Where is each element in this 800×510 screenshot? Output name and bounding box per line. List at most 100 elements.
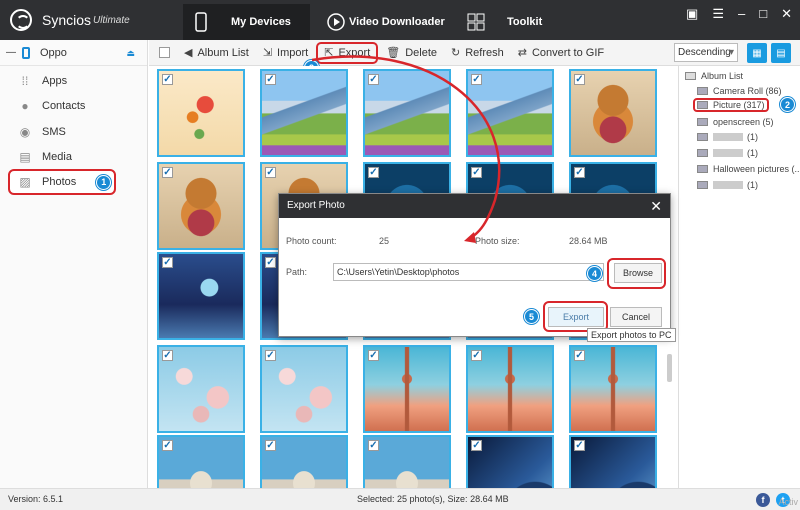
step-badge: 2: [780, 97, 795, 112]
feedback-icon[interactable]: ▣: [686, 6, 698, 22]
photo-count-label: Photo count:: [286, 236, 337, 246]
photo-checkbox[interactable]: ✓: [162, 167, 173, 178]
photo-checkbox[interactable]: ✓: [162, 440, 173, 451]
sidebar-item-sms[interactable]: ◉ SMS: [10, 120, 114, 144]
photo-checkbox[interactable]: ✓: [574, 440, 585, 451]
album-list-header[interactable]: Album List: [685, 69, 743, 83]
photo-thumbnail[interactable]: ✓: [363, 435, 451, 488]
album-item[interactable]: Camera Roll (86): [697, 84, 782, 98]
photo-thumbnail[interactable]: ✓: [363, 345, 451, 433]
select-all-checkbox[interactable]: [159, 47, 170, 58]
refresh-button[interactable]: ↻ Refresh: [445, 42, 510, 64]
photo-size-value: 28.64 MB: [569, 236, 608, 246]
photos-icon: ▨: [19, 175, 31, 189]
photo-checkbox[interactable]: ✓: [574, 74, 585, 85]
app-edition: Ultimate: [93, 15, 130, 26]
photo-thumbnail[interactable]: ✓: [157, 69, 245, 157]
path-input[interactable]: [333, 263, 604, 281]
grid-scrollbar-thumb[interactable]: [667, 354, 672, 382]
close-icon[interactable]: ✕: [650, 194, 662, 218]
tab-my-devices[interactable]: My Devices: [183, 4, 310, 40]
export-label: Export: [338, 46, 371, 59]
cancel-button[interactable]: Cancel: [610, 307, 662, 327]
photo-checkbox[interactable]: ✓: [574, 167, 585, 178]
tab-toolkit-label: Toolkit: [507, 16, 543, 28]
album-item[interactable]: (1): [697, 178, 758, 192]
photo-checkbox[interactable]: ✓: [471, 167, 482, 178]
menu-icon[interactable]: ☰: [712, 6, 724, 22]
maximize-button[interactable]: □: [759, 6, 767, 22]
import-button[interactable]: ⇲ Import: [257, 42, 314, 64]
picture-icon: [697, 101, 708, 109]
album-item[interactable]: Halloween pictures (...: [697, 162, 800, 176]
photo-thumbnail[interactable]: ✓: [157, 252, 245, 340]
sidebar-item-media[interactable]: ▤ Media: [10, 145, 114, 169]
album-list-header-label: Album List: [701, 71, 744, 81]
sidebar-item-apps[interactable]: ⁞⁞ Apps: [10, 69, 114, 93]
eject-icon[interactable]: ⏏: [126, 48, 135, 59]
photo-thumbnail[interactable]: ✓: [260, 435, 348, 488]
photo-thumbnail[interactable]: ✓: [157, 345, 245, 433]
photo-checkbox[interactable]: ✓: [368, 440, 379, 451]
delete-button[interactable]: 🗑 Delete: [380, 42, 443, 64]
photo-thumbnail[interactable]: ✓: [466, 69, 554, 157]
list-view-icon[interactable]: ▤: [771, 43, 791, 63]
photo-checkbox[interactable]: ✓: [368, 74, 379, 85]
photo-thumbnail[interactable]: ✓: [157, 435, 245, 488]
photo-thumbnail[interactable]: ✓: [569, 69, 657, 157]
step-badge: 4: [587, 266, 602, 281]
convert-gif-button[interactable]: ⇄ Convert to GIF: [512, 42, 610, 64]
photo-thumbnail[interactable]: ✓: [363, 69, 451, 157]
photo-checkbox[interactable]: ✓: [265, 257, 276, 268]
tab-video-downloader[interactable]: Video Downloader: [327, 4, 447, 40]
browse-highlight: [607, 258, 666, 289]
photo-thumbnail[interactable]: ✓: [260, 345, 348, 433]
photo-checkbox[interactable]: ✓: [162, 350, 173, 361]
photo-checkbox[interactable]: ✓: [471, 74, 482, 85]
photo-checkbox[interactable]: ✓: [574, 350, 585, 361]
photo-checkbox[interactable]: ✓: [162, 257, 173, 268]
photo-thumbnail[interactable]: ✓: [569, 345, 657, 433]
photo-checkbox[interactable]: ✓: [265, 74, 276, 85]
sidebar-item-photos[interactable]: ▨ Photos 1: [8, 169, 116, 195]
sidebar-item-label: Media: [42, 151, 72, 163]
step-badge: 1: [96, 174, 112, 190]
album-item[interactable]: (1): [697, 146, 758, 160]
dialog-title: Export Photo: [287, 200, 345, 211]
album-list-button[interactable]: ◀ Album List: [178, 42, 255, 64]
close-button[interactable]: ✕: [781, 6, 792, 22]
picture-icon: [697, 165, 708, 173]
facebook-icon[interactable]: f: [756, 493, 770, 507]
sidebar-item-contacts[interactable]: ● Contacts: [10, 94, 114, 118]
apps-grid-icon: ⁞⁞: [21, 74, 29, 88]
photo-thumbnail[interactable]: ✓: [466, 345, 554, 433]
photo-thumbnail[interactable]: ✓: [157, 162, 245, 250]
album-item[interactable]: (1): [697, 130, 758, 144]
album-item-picture[interactable]: Picture (317): [693, 98, 769, 112]
device-row[interactable]: — Oppo ⏏: [0, 40, 147, 66]
album-icon: [685, 72, 696, 80]
collapse-icon[interactable]: —: [6, 47, 16, 58]
photo-checkbox[interactable]: ✓: [471, 350, 482, 361]
sidebar-item-label: Apps: [42, 75, 68, 87]
photo-checkbox[interactable]: ✓: [368, 350, 379, 361]
minimize-button[interactable]: –: [738, 6, 745, 22]
photo-thumbnail[interactable]: ✓: [569, 435, 657, 488]
sort-order-select[interactable]: Descending: [674, 43, 738, 62]
grid-view-icon[interactable]: ▦: [747, 43, 767, 63]
photo-checkbox[interactable]: ✓: [471, 440, 482, 451]
photo-checkbox[interactable]: ✓: [162, 74, 173, 85]
tab-toolkit[interactable]: Toolkit: [467, 4, 557, 40]
photo-checkbox[interactable]: ✓: [265, 167, 276, 178]
photo-checkbox[interactable]: ✓: [368, 167, 379, 178]
sidebar-item-label: Contacts: [42, 100, 86, 112]
photo-thumbnail[interactable]: ✓: [260, 69, 348, 157]
title-bar: Syncios Ultimate My Devices Video Downlo…: [0, 0, 800, 40]
photo-checkbox[interactable]: ✓: [265, 350, 276, 361]
export-button[interactable]: ⇱ Export: [316, 41, 379, 64]
dialog-header: Export Photo ✕: [279, 194, 670, 218]
photo-thumbnail[interactable]: ✓: [466, 435, 554, 488]
album-item[interactable]: openscreen (5): [697, 115, 774, 129]
device-name: Oppo: [40, 46, 67, 59]
photo-checkbox[interactable]: ✓: [265, 440, 276, 451]
